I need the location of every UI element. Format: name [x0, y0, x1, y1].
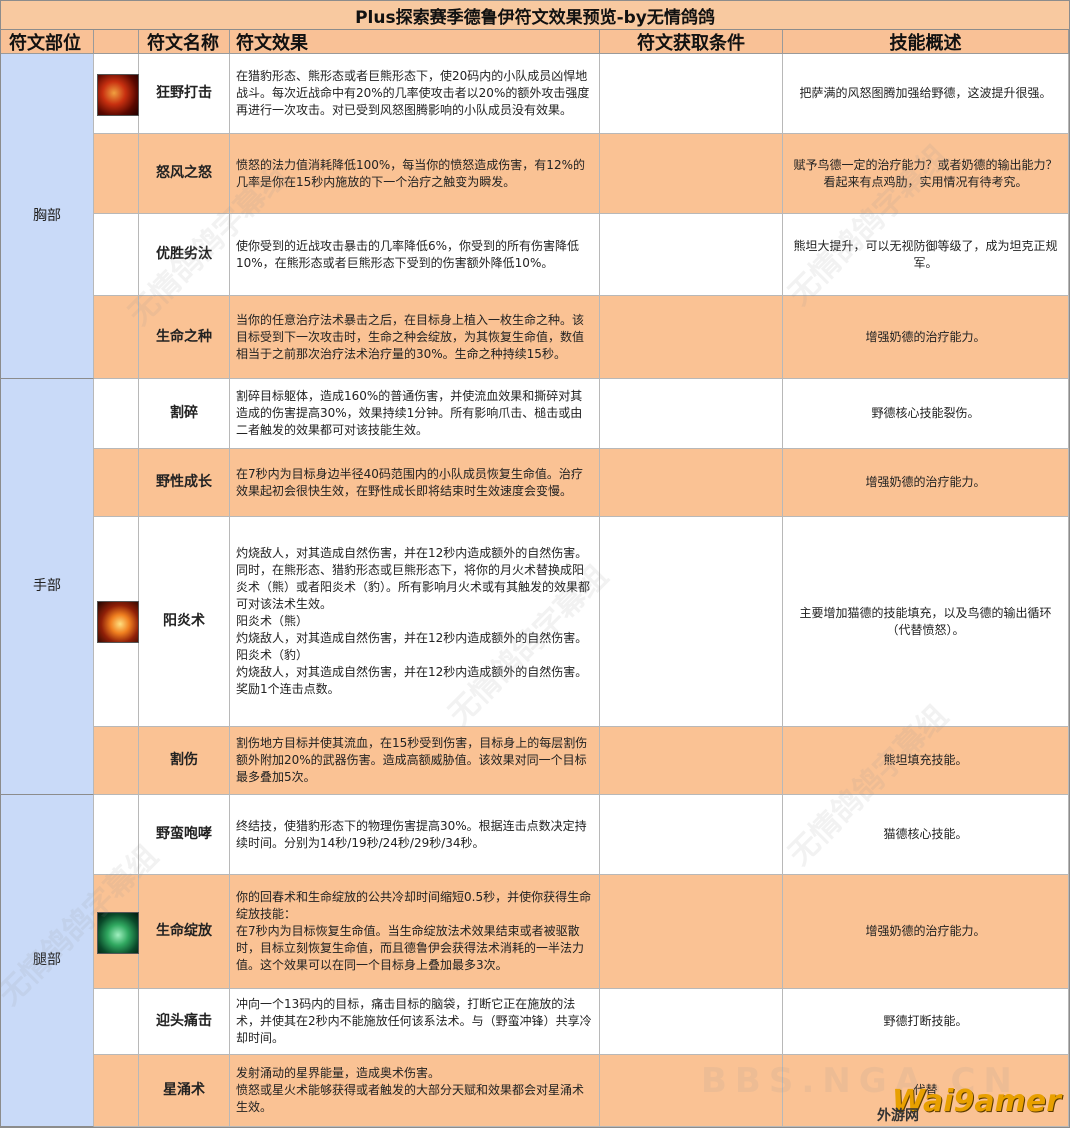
- rune-summary: 赋予鸟德一定的治疗能力？或者奶德的输出能力？看起来有点鸡肋，实用情况有待考究。: [783, 134, 1069, 214]
- rune-effect: 割碎目标躯体，造成160%的普通伤害，并使流血效果和撕碎对其造成的伤害提高30%…: [230, 379, 600, 449]
- site-logo-sub: 外游网: [877, 1108, 919, 1124]
- rune-condition: [600, 727, 783, 795]
- rune-condition: [600, 449, 783, 517]
- header-part: 符文部位: [1, 30, 94, 54]
- icon-cell: [94, 449, 139, 517]
- rune-summary: 熊坦填充技能。: [783, 727, 1069, 795]
- rune-name: 生命之种: [139, 296, 230, 379]
- sheet-title: Plus探索赛季德鲁伊符文效果预览-by无情鸽鸽: [1, 1, 1069, 30]
- icon-cell: [94, 727, 139, 795]
- header-summary: 技能概述: [783, 30, 1069, 54]
- rune-effect: 割伤地方目标并使其流血，在15秒受到伤害，目标身上的每层割伤额外附加20%的武器…: [230, 727, 600, 795]
- rune-effect: 你的回春术和生命绽放的公共冷却时间缩短0.5秒，并使你获得生命绽放技能： 在7秒…: [230, 875, 600, 989]
- spreadsheet: Plus探索赛季德鲁伊符文效果预览-by无情鸽鸽 符文部位 符文名称 符文效果 …: [0, 0, 1070, 1128]
- rune-summary: 增强奶德的治疗能力。: [783, 875, 1069, 989]
- rune-effect: 冲向一个13码内的目标，痛击目标的脑袋，打断它正在施放的法术，并使其在2秒内不能…: [230, 989, 600, 1055]
- rune-name: 割碎: [139, 379, 230, 449]
- rune-effect: 使你受到的近战攻击暴击的几率降低6%，你受到的所有伤害降低10%，在熊形态或者巨…: [230, 214, 600, 296]
- rune-condition: [600, 989, 783, 1055]
- header-condition: 符文获取条件: [600, 30, 783, 54]
- rune-condition: [600, 296, 783, 379]
- lifebloom-icon: [97, 912, 139, 954]
- rune-condition: [600, 795, 783, 875]
- header-effect: 符文效果: [230, 30, 600, 54]
- rune-condition: [600, 1055, 783, 1127]
- rune-name: 怒风之怒: [139, 134, 230, 214]
- icon-cell: [94, 296, 139, 379]
- rune-name: 狂野打击: [139, 54, 230, 134]
- rune-name: 野性成长: [139, 449, 230, 517]
- rune-condition: [600, 875, 783, 989]
- rune-condition: [600, 517, 783, 727]
- rune-name: 割伤: [139, 727, 230, 795]
- rune-summary: 增强奶德的治疗能力。: [783, 449, 1069, 517]
- rune-summary: 熊坦大提升，可以无视防御等级了，成为坦克正规军。: [783, 214, 1069, 296]
- rune-effect: 在猎豹形态、熊形态或者巨熊形态下，使20码内的小队成员凶悍地战斗。每次近战命中有…: [230, 54, 600, 134]
- rune-effect: 当你的任意治疗法术暴击之后，在目标身上植入一枚生命之种。该目标受到下一次攻击时，…: [230, 296, 600, 379]
- rune-condition: [600, 214, 783, 296]
- icon-cell: [94, 214, 139, 296]
- rune-effect: 发射涌动的星界能量，造成奥术伤害。 愤怒或星火术能够获得或者触发的大部分天赋和效…: [230, 1055, 600, 1127]
- icon-cell: [94, 379, 139, 449]
- rune-summary: 把萨满的风怒图腾加强给野德，这波提升很强。: [783, 54, 1069, 134]
- icon-cell: [94, 134, 139, 214]
- rune-effect: 愤怒的法力值消耗降低100%，每当你的愤怒造成伤害，有12%的几率是你在15秒内…: [230, 134, 600, 214]
- rune-summary: 野德打断技能。: [783, 989, 1069, 1055]
- rune-summary: 主要增加猫德的技能填充，以及鸟德的输出循环（代替愤怒）。: [783, 517, 1069, 727]
- rune-summary: 野德核心技能裂伤。: [783, 379, 1069, 449]
- rune-effect: 终结技，使猎豹形态下的物理伤害提高30%。根据连击点数决定持续时间。分别为14秒…: [230, 795, 600, 875]
- rune-name: 阳炎术: [139, 517, 230, 727]
- rune-name: 优胜劣汰: [139, 214, 230, 296]
- icon-cell: [94, 989, 139, 1055]
- rune-summary: 增强奶德的治疗能力。: [783, 296, 1069, 379]
- part-hands: 手部: [1, 379, 94, 795]
- fire-claw-icon: [97, 74, 139, 116]
- sunfire-icon: [97, 601, 139, 643]
- part-legs: 腿部: [1, 795, 94, 1127]
- icon-cell: [94, 1055, 139, 1127]
- header-name: 符文名称: [139, 30, 230, 54]
- rune-name: 迎头痛击: [139, 989, 230, 1055]
- header-icon-col: [94, 30, 139, 54]
- rune-name: 生命绽放: [139, 875, 230, 989]
- rune-condition: [600, 379, 783, 449]
- rune-condition: [600, 134, 783, 214]
- rune-effect: 灼烧敌人，对其造成自然伤害，并在12秒内造成额外的自然伤害。 同时，在熊形态、猎…: [230, 517, 600, 727]
- icon-cell: [94, 795, 139, 875]
- rune-condition: [600, 54, 783, 134]
- rune-name: 星涌术: [139, 1055, 230, 1127]
- rune-effect: 在7秒内为目标身边半径40码范围内的小队成员恢复生命值。治疗效果起初会很快生效，…: [230, 449, 600, 517]
- rune-name: 野蛮咆哮: [139, 795, 230, 875]
- rune-summary: 猫德核心技能。: [783, 795, 1069, 875]
- part-chest: 胸部: [1, 54, 94, 379]
